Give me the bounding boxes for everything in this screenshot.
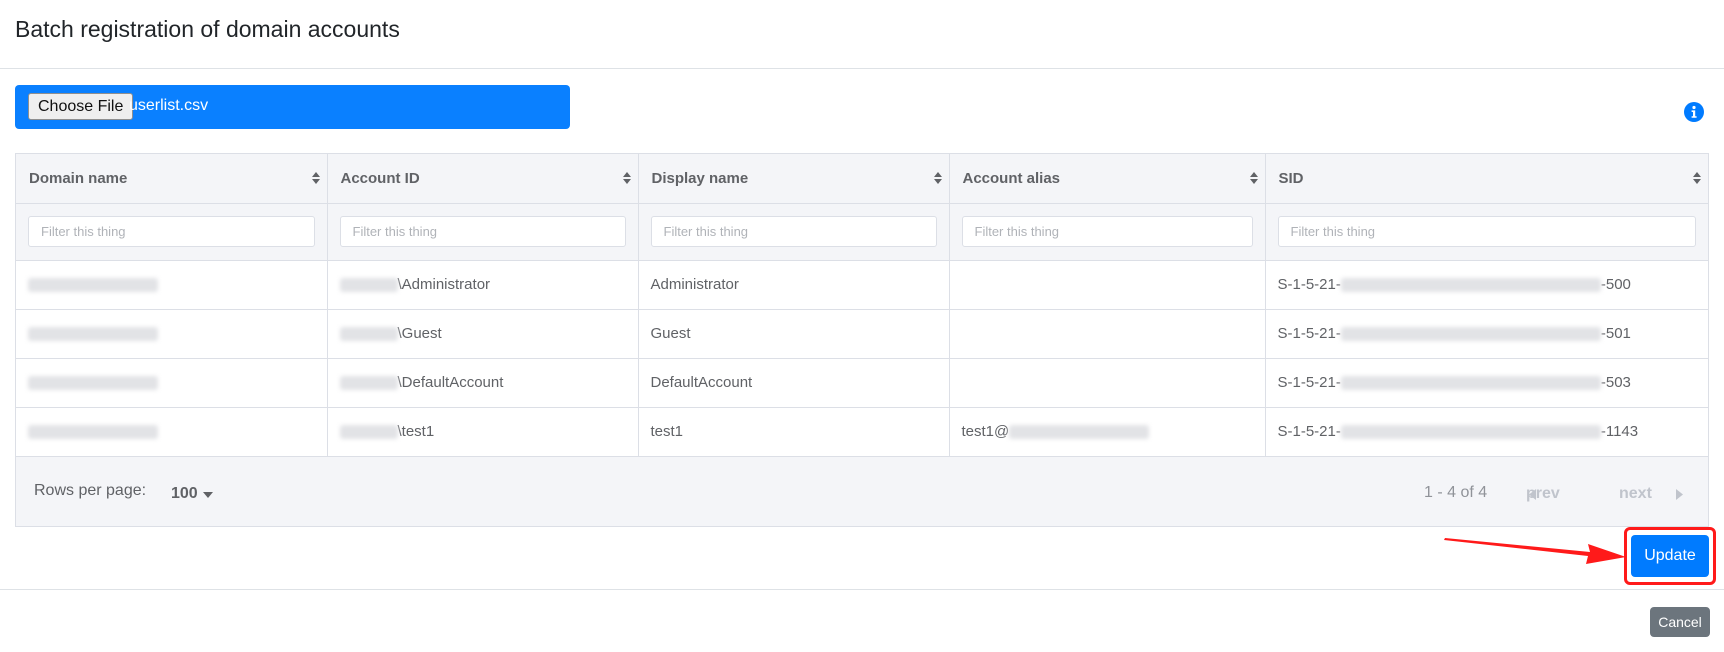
filter-account-id-input[interactable]: [339, 216, 626, 247]
cell-display-name: Guest: [638, 309, 950, 359]
redacted-text: [1340, 327, 1601, 342]
update-button[interactable]: Update: [1631, 535, 1709, 577]
sort-icon[interactable]: [311, 171, 321, 185]
cell-sid: S-1-5-21- -1143: [1265, 407, 1708, 457]
column-header-account-id[interactable]: Account ID: [327, 154, 639, 204]
redacted-text: [339, 278, 398, 293]
sort-icon[interactable]: [1692, 171, 1702, 185]
filter-cell: [1265, 203, 1708, 261]
next-page-button[interactable]: next: [1619, 485, 1652, 503]
cell-account-alias: [949, 358, 1266, 408]
cell-domain-name: [16, 358, 328, 408]
file-input[interactable]: Choose File userlist.csv: [15, 85, 570, 129]
cell-display-name: test1: [638, 407, 950, 457]
cell-domain-name: [16, 309, 328, 359]
cell-domain-name: [16, 260, 328, 310]
pagination-footer: Rows per page: 100 1 - 4 of 4 prev next: [16, 457, 1708, 526]
cell-sid: S-1-5-21- -501: [1265, 309, 1708, 359]
cell-account-id: \DefaultAccount: [327, 358, 639, 408]
redacted-text: [339, 376, 398, 391]
filter-domain-name-input[interactable]: [28, 216, 315, 247]
redacted-text: [1340, 376, 1601, 391]
table-row[interactable]: \Guest Guest S-1-5-21- -501: [16, 309, 1708, 359]
rows-per-page-select[interactable]: 100: [171, 485, 198, 503]
cell-account-id: \test1: [327, 407, 639, 457]
sort-icon[interactable]: [622, 171, 632, 185]
redacted-text: [28, 327, 158, 342]
modal-header: Batch registration of domain accounts: [0, 0, 1724, 69]
cell-account-id: \Guest: [327, 309, 639, 359]
redacted-text: [28, 376, 158, 391]
filter-cell: [638, 203, 950, 261]
cell-display-name: DefaultAccount: [638, 358, 950, 408]
sort-icon[interactable]: [1249, 171, 1259, 185]
redacted-text: [339, 327, 398, 342]
table-row[interactable]: \test1 test1 test1@ S-1-5-21- -1143: [16, 407, 1708, 457]
table-row[interactable]: \Administrator Administrator S-1-5-21- -5…: [16, 260, 1708, 310]
prev-page-button[interactable]: prev: [1488, 485, 1560, 503]
redacted-text: [1340, 278, 1601, 293]
filter-cell: [16, 203, 328, 261]
info-circle-icon[interactable]: [1683, 101, 1705, 123]
rows-per-page-label: Rows per page:: [34, 482, 147, 499]
cell-account-alias: [949, 260, 1266, 310]
annotation-arrow-icon: [1444, 538, 1626, 564]
cell-account-id: \Administrator: [327, 260, 639, 310]
choose-file-button[interactable]: Choose File: [28, 93, 134, 120]
column-header-display-name[interactable]: Display name: [638, 154, 950, 204]
filter-sid-input[interactable]: [1277, 216, 1696, 247]
redacted-text: [1340, 425, 1601, 440]
footer-divider: [0, 589, 1724, 590]
column-header-account-alias[interactable]: Account alias: [949, 154, 1266, 204]
column-header-domain-name[interactable]: Domain name: [16, 154, 328, 204]
sort-icon[interactable]: [933, 171, 943, 185]
redacted-text: [339, 425, 398, 440]
filter-account-alias-input[interactable]: [961, 216, 1253, 247]
table-row[interactable]: \DefaultAccount DefaultAccount S-1-5-21-…: [16, 358, 1708, 408]
filter-cell: [949, 203, 1266, 261]
column-header-sid[interactable]: SID: [1265, 154, 1708, 204]
filter-display-name-input[interactable]: [650, 216, 937, 247]
caret-down-icon[interactable]: [203, 492, 213, 498]
redacted-text: [28, 425, 158, 440]
accounts-table: Domain name Account ID Display name Acco…: [15, 153, 1709, 527]
modal-title: Batch registration of domain accounts: [15, 16, 400, 42]
cell-sid: S-1-5-21- -503: [1265, 358, 1708, 408]
cell-account-alias: [949, 309, 1266, 359]
cancel-button[interactable]: Cancel: [1650, 607, 1710, 637]
redacted-text: [1009, 425, 1150, 440]
redacted-text: [28, 278, 158, 293]
cell-sid: S-1-5-21- -500: [1265, 260, 1708, 310]
selected-file-name: userlist.csv: [129, 97, 209, 114]
cell-domain-name: [16, 407, 328, 457]
cell-account-alias: test1@: [949, 407, 1266, 457]
cell-display-name: Administrator: [638, 260, 950, 310]
filter-cell: [327, 203, 639, 261]
page-info: 1 - 4 of 4: [1424, 484, 1488, 501]
chevron-right-icon[interactable]: [1676, 489, 1683, 500]
